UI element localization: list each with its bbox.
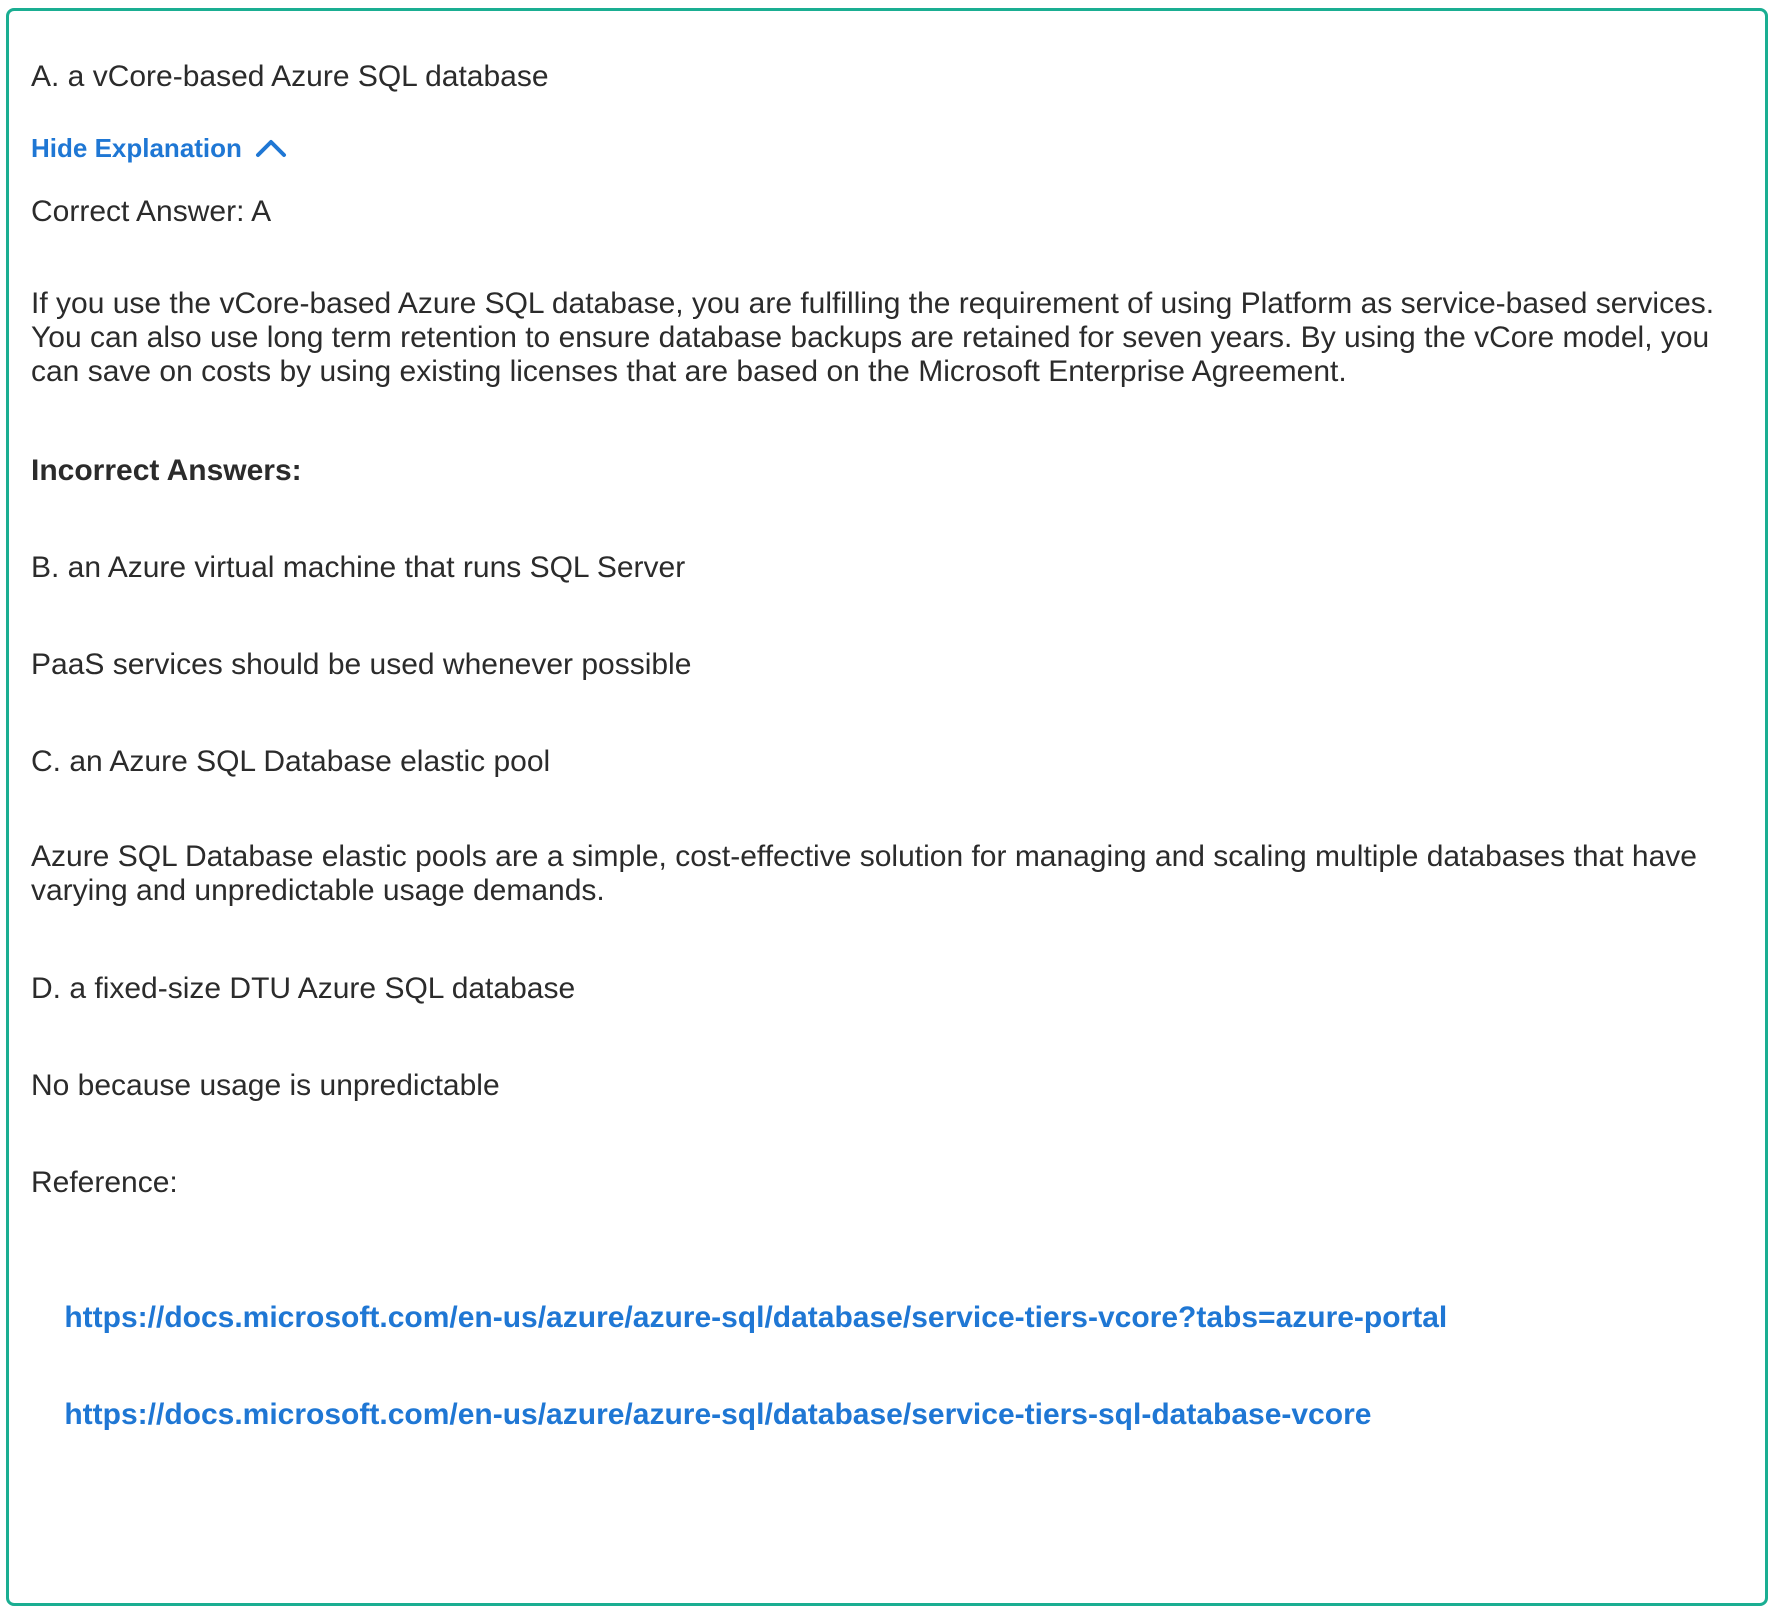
reference-link-item: https://docs.microsoft.com/en-us/azure/a…	[31, 1358, 1735, 1472]
reference-link-vcore-tabs[interactable]: https://docs.microsoft.com/en-us/azure/a…	[64, 1301, 1447, 1334]
option-d-text: D. a fixed-size DTU Azure SQL database	[31, 972, 576, 1005]
reference-label: Reference:	[31, 1166, 178, 1199]
option-b-text: B. an Azure virtual machine that runs SQ…	[31, 551, 686, 584]
hide-explanation-toggle[interactable]: Hide Explanation	[31, 132, 288, 164]
incorrect-answers-heading: Incorrect Answers:	[31, 454, 302, 487]
option-b-reason: PaaS services should be used whenever po…	[31, 648, 692, 681]
reference-link-sql-database-vcore[interactable]: https://docs.microsoft.com/en-us/azure/a…	[64, 1398, 1371, 1431]
option-d-reason: No because usage is unpredictable	[31, 1069, 500, 1102]
option-c-text: C. an Azure SQL Database elastic pool	[31, 745, 551, 778]
hide-explanation-label: Hide Explanation	[31, 133, 242, 163]
correct-answer-reason: If you use the vCore-based Azure SQL dat…	[31, 287, 1722, 388]
option-c-reason: Azure SQL Database elastic pools are a s…	[31, 840, 1706, 907]
chevron-up-icon	[255, 140, 286, 157]
explanation-card: A. a vCore-based Azure SQL database Hide…	[6, 8, 1768, 1606]
selected-option-text: A. a vCore-based Azure SQL database	[31, 60, 549, 93]
correct-answer-text: Correct Answer: A	[31, 195, 272, 228]
